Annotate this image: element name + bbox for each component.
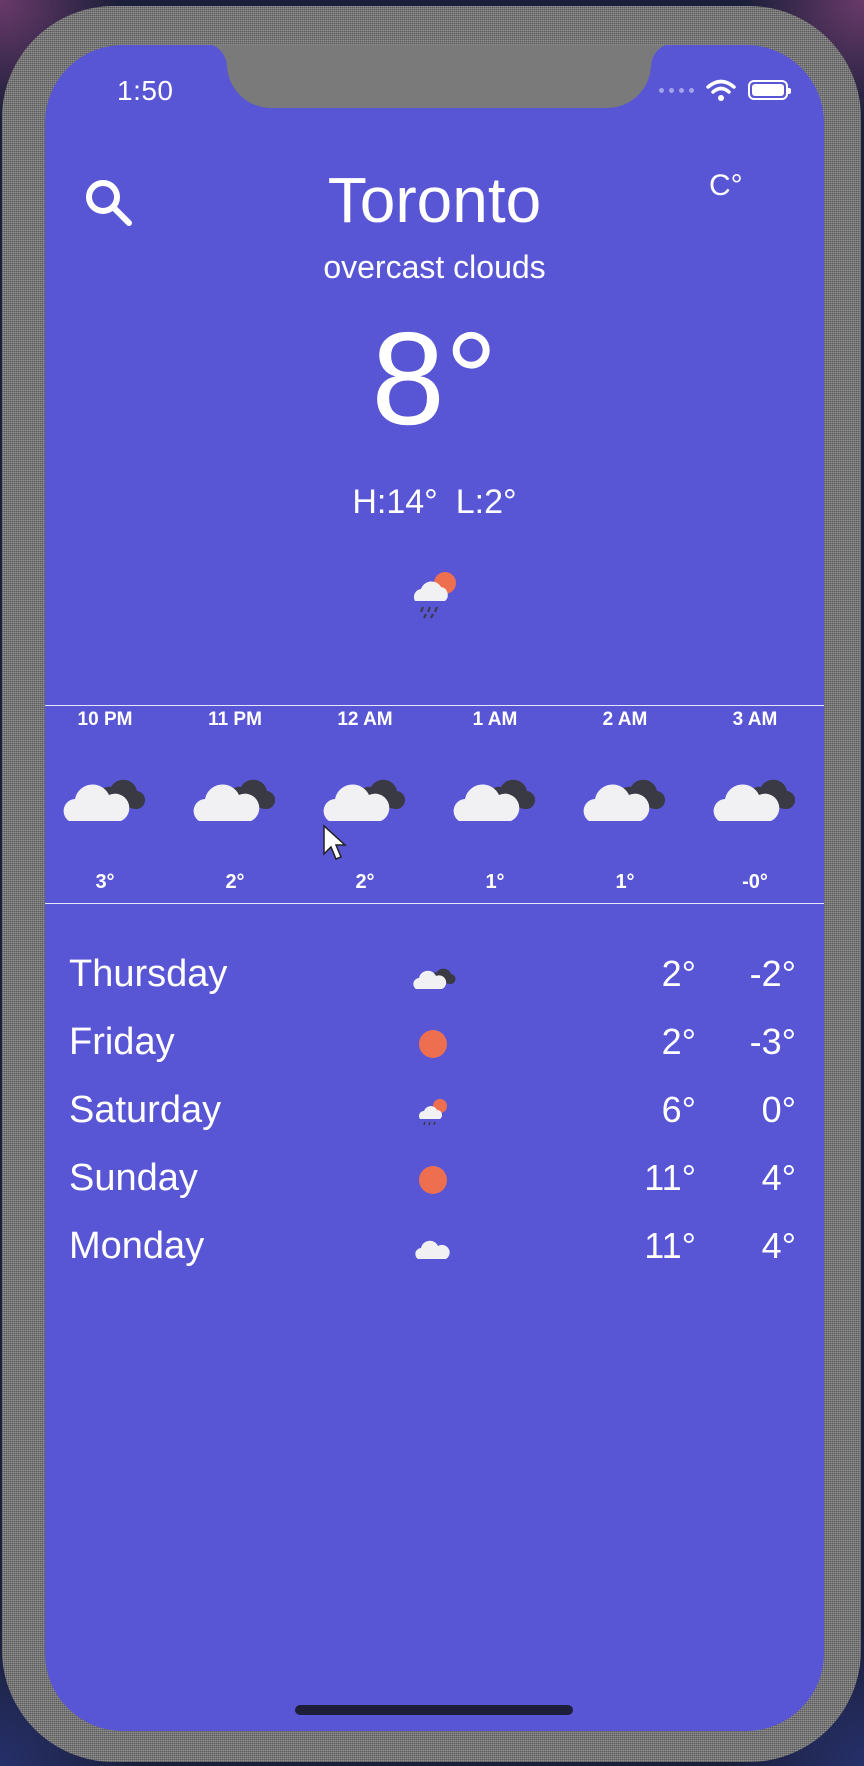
city-title: Toronto [327,164,542,236]
sun-icon [419,1166,447,1194]
hour-temp: 1° [485,871,505,893]
battery-icon [748,80,791,100]
day-row: Saturday 6° 0° [45,1081,824,1141]
hour-temp: 2° [355,871,375,893]
day-high: 2° [661,1021,696,1062]
condition-text: overcast clouds [323,249,546,285]
weather-app-screen: 1:50 C° Toronto overcast clouds 8° H:14°… [45,45,824,1731]
day-row: Friday 2° -3° [45,1013,824,1073]
signal-dots-icon [659,87,694,93]
day-low: 4° [761,1225,796,1266]
cloud-icon [193,779,276,821]
day-high: 6° [661,1089,696,1130]
cloud-icon [453,779,536,821]
hour-time: 3 AM [732,709,778,730]
hour-time: 10 PM [77,709,133,730]
cloud-icon [63,779,146,821]
cloud-icon [713,779,796,821]
hour-temp: -0° [742,871,768,893]
hourly-forecast[interactable]: 10 PM 3° 11 PM 2° 12 AM 2° 1 AM 1° 2 AM … [45,709,824,895]
day-low: -2° [749,953,796,994]
sun-cloud-rain-icon [419,1099,447,1126]
hour-temp: 2° [225,871,245,893]
current-temperature: 8° [371,305,498,452]
current-low: L:2° [455,483,517,521]
home-indicator[interactable] [295,1705,573,1715]
cloud-icon [323,779,406,821]
day-name: Thursday [69,953,228,995]
day-row: Monday 11° 4° [45,1217,824,1277]
hour-time: 12 AM [337,709,393,730]
hourly-bottom-divider [45,903,824,904]
hourly-top-divider [45,705,824,706]
sun-cloud-rain-icon [413,572,456,619]
hour-temp: 3° [95,871,115,893]
day-name: Friday [69,1021,175,1063]
day-row: Thursday 2° -2° [45,945,824,1005]
status-time: 1:50 [117,75,174,106]
high-low: H:14° L:2° [45,483,824,522]
day-row: Sunday 11° 4° [45,1149,824,1209]
day-name: Monday [69,1225,205,1267]
status-icons [659,79,791,101]
cloud-icon [583,779,666,821]
day-low: 4° [761,1157,796,1198]
current-high: H:14° [352,483,438,521]
day-high: 11° [644,1225,696,1266]
day-high: 2° [661,953,696,994]
hour-time: 2 AM [602,709,648,730]
day-name: Saturday [69,1089,222,1131]
day-low: -3° [749,1021,796,1062]
day-high: 11° [644,1157,696,1198]
device-notch [227,45,651,108]
hour-time: 11 PM [208,709,262,730]
light-cloud-icon [415,1240,450,1259]
sun-icon [419,1030,447,1058]
cloud-icon [413,968,456,989]
mouse-cursor-icon [323,824,347,860]
day-name: Sunday [69,1157,198,1199]
hour-time: 1 AM [472,709,518,730]
hour-temp: 1° [615,871,635,893]
wifi-icon [706,79,736,101]
day-low: 0° [761,1089,796,1130]
